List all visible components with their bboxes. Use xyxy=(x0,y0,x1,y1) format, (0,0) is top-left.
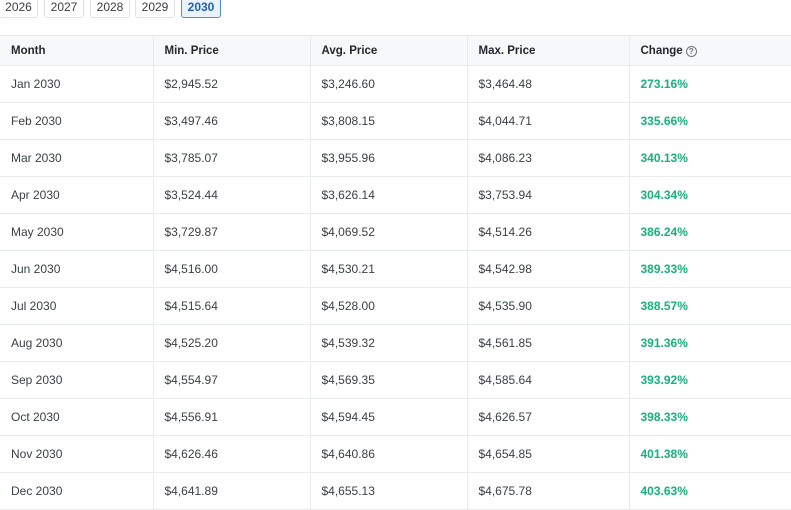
avg-price-cell: $3,246.60 xyxy=(309,65,467,103)
min-price-cell: $4,525.20 xyxy=(152,324,310,362)
min-price-cell: $4,626.46 xyxy=(152,435,310,473)
avg-price-cell: $4,528.00 xyxy=(309,287,467,325)
table-row: Jul 2030 $4,515.64 $4,528.00 $4,535.90 388.5… xyxy=(0,287,791,325)
min-price-cell: $3,524.44 xyxy=(152,176,310,214)
change-cell: 389.33% xyxy=(628,250,791,288)
min-price-cell: $4,556.91 xyxy=(152,398,310,436)
max-price-cell: $4,585.64 xyxy=(466,361,629,399)
table-row: Nov 2030 $4,626.46 $4,640.86 $4,654.85 401.3… xyxy=(0,435,791,473)
max-price-cell: $3,753.94 xyxy=(466,176,629,214)
min-price-cell: $3,729.87 xyxy=(152,213,310,251)
table-row: Aug 2030 $4,525.20 $4,539.32 $4,561.85 391.3… xyxy=(0,324,791,362)
month-cell: May 2030 xyxy=(0,213,153,251)
avg-price-cell: $4,594.45 xyxy=(309,398,467,436)
month-cell: Jul 2030 xyxy=(0,287,153,325)
column-header-avg-price[interactable]: Avg. Price xyxy=(309,35,467,66)
table-row: Dec 2030 $4,641.89 $4,655.13 $4,675.78 403.6… xyxy=(0,472,791,510)
change-cell: 304.34% xyxy=(628,176,791,214)
column-header-change[interactable]: Change? xyxy=(628,35,791,66)
max-price-cell: $4,514.26 xyxy=(466,213,629,251)
change-cell: 398.33% xyxy=(628,398,791,436)
change-cell: 403.63% xyxy=(628,472,791,510)
question-circle-icon[interactable]: ? xyxy=(685,45,697,57)
max-price-cell: $3,464.48 xyxy=(466,65,629,103)
avg-price-cell: $4,530.21 xyxy=(309,250,467,288)
avg-price-cell: $3,955.96 xyxy=(309,139,467,177)
month-cell: Apr 2030 xyxy=(0,176,153,214)
month-cell: Jan 2030 xyxy=(0,65,153,103)
price-prediction-table: Month Min. Price Avg. Price Max. Price C… xyxy=(0,35,791,510)
year-tab-2029[interactable]: 2029 xyxy=(135,0,175,18)
month-cell: Feb 2030 xyxy=(0,102,153,140)
table-row: Apr 2030 $3,524.44 $3,626.14 $3,753.94 304.3… xyxy=(0,176,791,214)
year-tab-2027[interactable]: 2027 xyxy=(44,0,84,18)
column-header-min-price[interactable]: Min. Price xyxy=(152,35,310,66)
year-tab-2028[interactable]: 2028 xyxy=(90,0,130,18)
max-price-cell: $4,626.57 xyxy=(466,398,629,436)
min-price-cell: $4,554.97 xyxy=(152,361,310,399)
change-cell: 393.92% xyxy=(628,361,791,399)
max-price-cell: $4,675.78 xyxy=(466,472,629,510)
min-price-cell: $4,515.64 xyxy=(152,287,310,325)
min-price-cell: $4,641.89 xyxy=(152,472,310,510)
year-tab-2026[interactable]: 2026 xyxy=(0,0,38,18)
avg-price-cell: $3,808.15 xyxy=(309,102,467,140)
table-row: Jan 2030 $2,945.52 $3,246.60 $3,464.48 273.1… xyxy=(0,65,791,103)
change-cell: 391.36% xyxy=(628,324,791,362)
min-price-cell: $4,516.00 xyxy=(152,250,310,288)
max-price-cell: $4,044.71 xyxy=(466,102,629,140)
table-row: Jun 2030 $4,516.00 $4,530.21 $4,542.98 389.3… xyxy=(0,250,791,288)
change-cell: 386.24% xyxy=(628,213,791,251)
max-price-cell: $4,561.85 xyxy=(466,324,629,362)
min-price-cell: $2,945.52 xyxy=(152,65,310,103)
avg-price-cell: $4,569.35 xyxy=(309,361,467,399)
min-price-cell: $3,785.07 xyxy=(152,139,310,177)
month-cell: Oct 2030 xyxy=(0,398,153,436)
month-cell: Aug 2030 xyxy=(0,324,153,362)
month-cell: Mar 2030 xyxy=(0,139,153,177)
table-row: Feb 2030 $3,497.46 $3,808.15 $4,044.71 335.6… xyxy=(0,102,791,140)
month-cell: Jun 2030 xyxy=(0,250,153,288)
month-cell: Sep 2030 xyxy=(0,361,153,399)
avg-price-cell: $3,626.14 xyxy=(309,176,467,214)
table-row: May 2030 $3,729.87 $4,069.52 $4,514.26 386.2… xyxy=(0,213,791,251)
min-price-cell: $3,497.46 xyxy=(152,102,310,140)
table-header-row: Month Min. Price Avg. Price Max. Price C… xyxy=(0,35,791,66)
table-row: Mar 2030 $3,785.07 $3,955.96 $4,086.23 340.1… xyxy=(0,139,791,177)
column-header-month[interactable]: Month xyxy=(0,35,153,66)
table-row: Oct 2030 $4,556.91 $4,594.45 $4,626.57 398.3… xyxy=(0,398,791,436)
change-cell: 335.66% xyxy=(628,102,791,140)
max-price-cell: $4,086.23 xyxy=(466,139,629,177)
change-cell: 273.16% xyxy=(628,65,791,103)
year-tab-2030[interactable]: 2030 xyxy=(181,0,221,18)
change-cell: 388.57% xyxy=(628,287,791,325)
change-cell: 340.13% xyxy=(628,139,791,177)
change-cell: 401.38% xyxy=(628,435,791,473)
max-price-cell: $4,535.90 xyxy=(466,287,629,325)
avg-price-cell: $4,539.32 xyxy=(309,324,467,362)
avg-price-cell: $4,069.52 xyxy=(309,213,467,251)
month-cell: Dec 2030 xyxy=(0,472,153,510)
change-header-label: Change xyxy=(640,44,683,57)
max-price-cell: $4,542.98 xyxy=(466,250,629,288)
avg-price-cell: $4,655.13 xyxy=(309,472,467,510)
max-price-cell: $4,654.85 xyxy=(466,435,629,473)
table-row: Sep 2030 $4,554.97 $4,569.35 $4,585.64 393.9… xyxy=(0,361,791,399)
column-header-max-price[interactable]: Max. Price xyxy=(466,35,629,66)
month-cell: Nov 2030 xyxy=(0,435,153,473)
avg-price-cell: $4,640.86 xyxy=(309,435,467,473)
